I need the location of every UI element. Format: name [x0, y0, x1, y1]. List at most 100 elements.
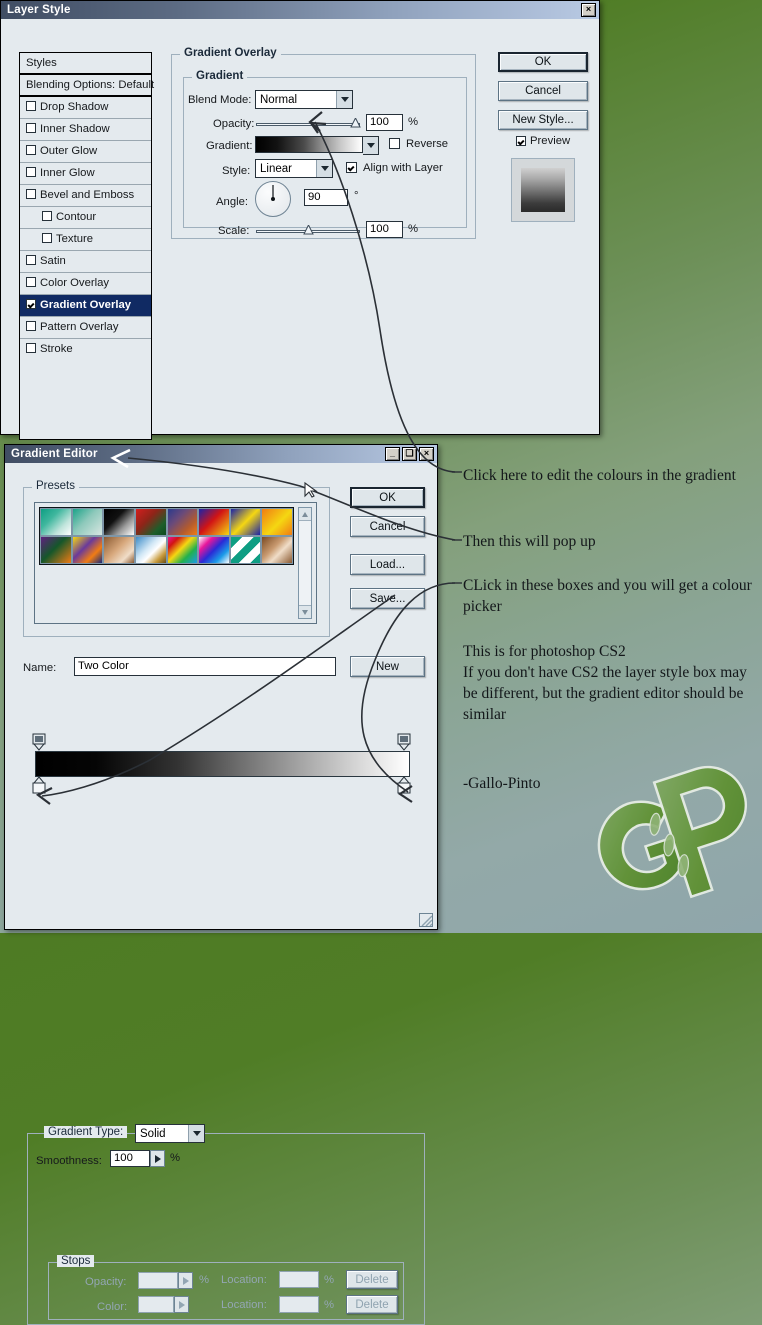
- preset-swatch-orange-yellow[interactable]: [261, 508, 293, 536]
- stop-opacity-spinner-icon[interactable]: [178, 1272, 193, 1289]
- align-with-layer-checkbox[interactable]: [346, 162, 357, 173]
- chevron-down-icon[interactable]: [188, 1125, 204, 1142]
- chevron-down-icon[interactable]: [336, 91, 352, 108]
- opacity-slider[interactable]: [256, 118, 361, 129]
- opacity-slider-knob[interactable]: [350, 118, 361, 128]
- preset-swatch-black-to-white[interactable]: [103, 508, 135, 536]
- preset-swatch-red-green[interactable]: [134, 508, 167, 536]
- gradient-swatch[interactable]: [255, 136, 363, 153]
- preset-swatch-grid[interactable]: [39, 507, 294, 565]
- checkbox-icon[interactable]: [26, 145, 36, 155]
- preset-swatch-blue-yellow-blue[interactable]: [229, 508, 262, 536]
- preview-row[interactable]: Preview: [516, 135, 570, 147]
- preset-swatch-chrome[interactable]: [134, 536, 167, 564]
- styles-list[interactable]: Styles Blending Options: Default Drop Sh…: [19, 52, 154, 440]
- sidebar-item-drop-shadow[interactable]: Drop Shadow: [20, 97, 151, 119]
- preset-swatch-violet-green-orange[interactable]: [40, 536, 72, 564]
- sidebar-item-bevel-and-emboss[interactable]: Bevel and Emboss: [20, 185, 151, 207]
- layer-style-titlebar[interactable]: Layer Style ×: [1, 1, 599, 19]
- chevron-down-icon[interactable]: [316, 160, 332, 177]
- close-icon[interactable]: ×: [581, 3, 596, 17]
- scroll-up-icon[interactable]: [299, 508, 311, 521]
- checkbox-icon[interactable]: [26, 101, 36, 111]
- preview-checkbox[interactable]: [516, 136, 526, 146]
- checkbox-checked-icon[interactable]: [26, 299, 36, 309]
- checkbox-icon[interactable]: [26, 189, 36, 199]
- reverse-checkbox[interactable]: [389, 138, 400, 149]
- preset-swatch-spectrum[interactable]: [166, 536, 199, 564]
- sidebar-item-contour[interactable]: Contour: [20, 207, 151, 229]
- ge-save-button[interactable]: Save...: [350, 588, 425, 609]
- sidebar-item-stroke[interactable]: Stroke: [20, 339, 151, 361]
- preset-swatch-violet-orange[interactable]: [166, 508, 199, 536]
- stop-location-input-1[interactable]: [279, 1271, 319, 1288]
- sidebar-item-pattern-overlay[interactable]: Pattern Overlay: [20, 317, 151, 339]
- gradient-ramp[interactable]: [35, 751, 410, 777]
- gradient-type-select[interactable]: Solid: [135, 1124, 205, 1143]
- cancel-button[interactable]: Cancel: [498, 81, 588, 101]
- sidebar-item-blending-options[interactable]: Blending Options: Default: [20, 75, 154, 97]
- checkbox-icon[interactable]: [26, 123, 36, 133]
- color-stop-left[interactable]: [32, 776, 46, 799]
- sidebar-item-inner-shadow[interactable]: Inner Shadow: [20, 119, 151, 141]
- presets-box[interactable]: [34, 502, 317, 624]
- stop-color-spinner-icon[interactable]: [174, 1296, 189, 1313]
- angle-input[interactable]: 90: [304, 189, 348, 206]
- preset-swatch-copper[interactable]: [103, 536, 135, 564]
- angle-dial[interactable]: [255, 181, 291, 217]
- gradient-picker[interactable]: [255, 136, 379, 155]
- sidebar-item-outer-glow[interactable]: Outer Glow: [20, 141, 151, 163]
- sidebar-item-gradient-overlay[interactable]: Gradient Overlay: [20, 295, 151, 317]
- checkbox-icon[interactable]: [26, 167, 36, 177]
- delete-opacity-stop-button[interactable]: Delete: [346, 1270, 398, 1289]
- smoothness-spinner-icon[interactable]: [150, 1150, 165, 1167]
- scroll-down-icon[interactable]: [299, 605, 311, 618]
- checkbox-icon[interactable]: [26, 255, 36, 265]
- sidebar-item-color-overlay[interactable]: Color Overlay: [20, 273, 151, 295]
- blend-mode-select[interactable]: Normal: [255, 90, 353, 109]
- preset-swatch-copper-2[interactable]: [261, 536, 293, 564]
- ge-ok-button[interactable]: OK: [350, 487, 425, 508]
- opacity-stop-left[interactable]: [32, 733, 46, 756]
- preset-swatch-teal-stripes[interactable]: [229, 536, 262, 564]
- preset-swatch-transparent-rainbow[interactable]: [198, 536, 230, 564]
- gradient-editor-titlebar[interactable]: Gradient Editor _ ❑ ×: [5, 445, 437, 463]
- checkbox-icon[interactable]: [42, 211, 52, 221]
- ge-cancel-button[interactable]: Cancel: [350, 516, 425, 537]
- preset-swatch-teal-to-white[interactable]: [40, 508, 72, 536]
- preset-swatch-blue-red-yellow[interactable]: [198, 508, 230, 536]
- color-stop-right[interactable]: [397, 776, 411, 799]
- maximize-icon[interactable]: ❑: [402, 447, 417, 461]
- close-icon[interactable]: ×: [419, 447, 434, 461]
- checkbox-icon[interactable]: [26, 277, 36, 287]
- ge-load-button[interactable]: Load...: [350, 554, 425, 575]
- stop-color-swatch[interactable]: [138, 1296, 174, 1313]
- presets-scrollbar[interactable]: [298, 507, 312, 619]
- preset-swatch-yellow-violet-orange-blue[interactable]: [71, 536, 104, 564]
- checkbox-icon[interactable]: [26, 321, 36, 331]
- opacity-stop-right[interactable]: [397, 733, 411, 756]
- resize-grip[interactable]: [419, 913, 433, 927]
- minimize-icon[interactable]: _: [385, 447, 400, 461]
- scale-slider-knob[interactable]: [303, 225, 314, 235]
- preset-swatch-teal-to-transparent[interactable]: [71, 508, 104, 536]
- style-select[interactable]: Linear: [255, 159, 333, 178]
- smoothness-field[interactable]: 100: [110, 1150, 165, 1167]
- ok-button[interactable]: OK: [498, 52, 588, 72]
- checkbox-icon[interactable]: [42, 233, 52, 243]
- scale-input[interactable]: 100: [366, 221, 403, 238]
- chevron-down-icon[interactable]: [363, 136, 379, 155]
- name-input[interactable]: Two Color: [74, 657, 336, 676]
- checkbox-icon[interactable]: [26, 343, 36, 353]
- stop-color-field[interactable]: [138, 1296, 189, 1313]
- smoothness-input[interactable]: 100: [110, 1150, 150, 1167]
- stop-opacity-input[interactable]: [138, 1272, 178, 1289]
- stop-location-input-2[interactable]: [279, 1296, 319, 1313]
- opacity-input[interactable]: 100: [366, 114, 403, 131]
- sidebar-item-satin[interactable]: Satin: [20, 251, 151, 273]
- sidebar-item-texture[interactable]: Texture: [20, 229, 151, 251]
- ge-new-button[interactable]: New: [350, 656, 425, 677]
- scale-slider[interactable]: [256, 225, 360, 236]
- new-style-button[interactable]: New Style...: [498, 110, 588, 130]
- delete-color-stop-button[interactable]: Delete: [346, 1295, 398, 1314]
